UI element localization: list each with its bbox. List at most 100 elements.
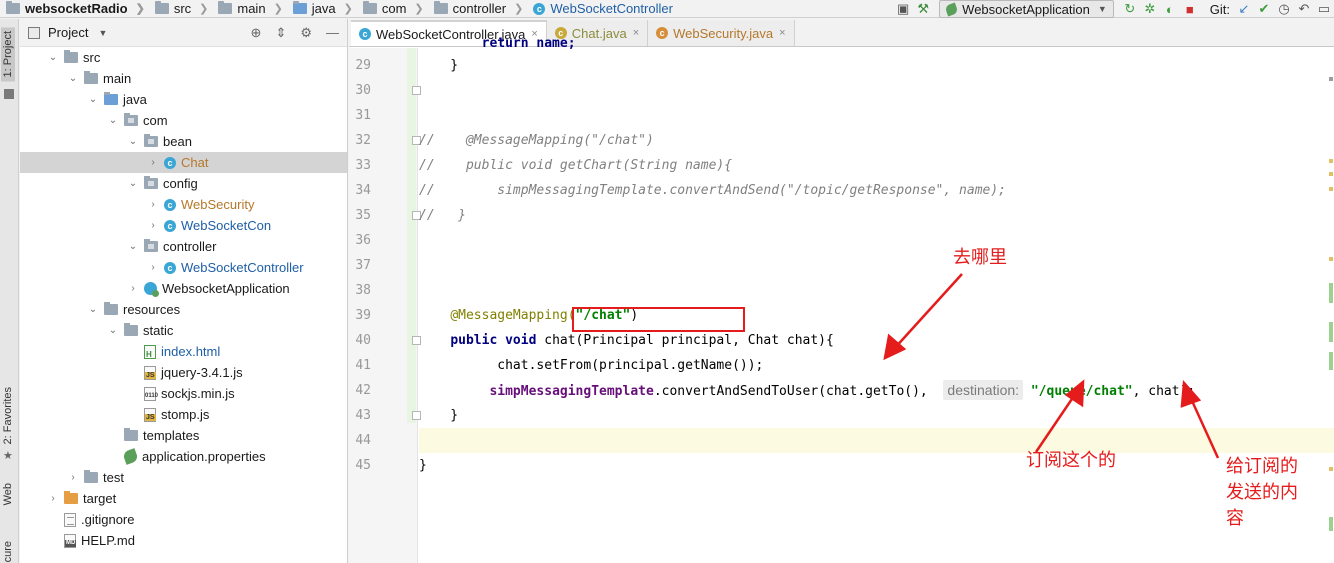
build-hammer-icon[interactable]: ⚒	[913, 0, 933, 18]
tree-item-label: java	[123, 92, 147, 107]
chevron-down-icon[interactable]: ▼	[98, 28, 107, 38]
expand-arrow-icon[interactable]: ⌄	[86, 94, 100, 105]
tree-row[interactable]: › c WebSocketCon	[20, 215, 347, 236]
parameter-hint: destination:	[943, 380, 1024, 400]
breadcrumb-file[interactable]: c WebSocketController	[527, 0, 677, 18]
tree-row[interactable]: application.properties	[20, 446, 347, 467]
tree-row[interactable]: › WebsocketApplication	[20, 278, 347, 299]
code-line-41: simpMessagingTemplate.convertAndSendToUs…	[419, 378, 1334, 403]
overflow-icon[interactable]: ▭	[1314, 0, 1334, 18]
expand-arrow-icon[interactable]: ⌄	[46, 52, 60, 63]
collapse-arrow-icon[interactable]: ›	[66, 472, 80, 483]
tree-row[interactable]: › c WebSecurity	[20, 194, 347, 215]
line-number: 40	[355, 333, 371, 348]
breadcrumb-java[interactable]: java ❯	[287, 0, 357, 18]
debug-bug-icon[interactable]: ✲	[1140, 0, 1160, 18]
expand-arrow-icon[interactable]: ⌄	[126, 178, 140, 189]
stop-icon[interactable]: ■	[1180, 0, 1200, 18]
collapse-arrow-icon[interactable]: ›	[146, 220, 160, 231]
expand-arrow-icon[interactable]: ⌄	[66, 73, 80, 84]
tree-row[interactable]: › c WebSocketController	[20, 257, 347, 278]
breadcrumb-separator-icon: ❯	[343, 3, 353, 15]
stripe-marker	[1329, 187, 1333, 191]
tree-row[interactable]: ⌄ static	[20, 320, 347, 341]
expand-arrow-icon[interactable]: ⌄	[126, 241, 140, 252]
project-view-selector[interactable]: Project	[48, 25, 88, 40]
tree-row[interactable]: ⌄ bean	[20, 131, 347, 152]
stripe-marker	[1329, 159, 1333, 163]
code-line-43-current	[419, 428, 1334, 453]
collapse-arrow-icon[interactable]: ›	[126, 283, 140, 294]
coverage-icon[interactable]: ◐	[1160, 0, 1180, 18]
tree-row[interactable]: jquery-3.4.1.js	[20, 362, 347, 383]
tree-item-label: WebSocketController	[181, 260, 304, 275]
annotation-subscribe-this: 订阅这个的	[1026, 450, 1116, 471]
collapse-arrow-icon[interactable]: ›	[146, 199, 160, 210]
git-rollback-icon[interactable]: ↶	[1294, 0, 1314, 18]
tree-row[interactable]: templates	[20, 425, 347, 446]
favorites-tool-tab[interactable]: 2: Favorites	[2, 387, 14, 444]
collapse-arrow-icon[interactable]: ›	[146, 262, 160, 273]
tree-item-label: static	[143, 323, 174, 338]
error-stripe[interactable]	[1326, 47, 1334, 563]
tree-row[interactable]: HELP.md	[20, 530, 347, 551]
project-tool-tab-label: 1: Project	[2, 31, 14, 78]
tree-row[interactable]: stomp.js	[20, 404, 347, 425]
tree-row[interactable]: index.html	[20, 341, 347, 362]
rerun-icon[interactable]: ↻	[1120, 0, 1140, 18]
collapse-arrow-icon[interactable]: ›	[46, 493, 60, 504]
tree-row[interactable]: ⌄ config	[20, 173, 347, 194]
code-area[interactable]: return name; } // @MessageMapping("/chat…	[419, 36, 1334, 563]
code-line-44: }	[419, 453, 1334, 478]
settings-gear-icon[interactable]: ⚙	[300, 25, 312, 41]
line-number: 34	[355, 183, 371, 198]
tree-row[interactable]: ⌄ main	[20, 68, 347, 89]
line-number: 29	[355, 58, 371, 73]
git-history-icon[interactable]: ◷	[1274, 0, 1294, 18]
expand-arrow-icon[interactable]: ⌄	[126, 136, 140, 147]
tree-row[interactable]: .gitignore	[20, 509, 347, 530]
breadcrumb-src[interactable]: src ❯	[149, 0, 213, 18]
excluded-folder-icon	[64, 491, 78, 504]
expand-arrow-icon[interactable]: ⌄	[106, 325, 120, 336]
project-panel-header: Project ▼ ⊕ ⇕ ⚙ —	[20, 19, 347, 47]
breadcrumb-project[interactable]: websocketRadio ❯	[0, 0, 149, 18]
stripe-marker	[1329, 172, 1333, 176]
breadcrumb-separator-icon: ❯	[514, 3, 524, 15]
hide-panel-icon[interactable]: —	[326, 25, 339, 41]
locate-target-icon[interactable]: ⊕	[251, 25, 262, 41]
breadcrumb-controller[interactable]: controller ❯	[428, 0, 528, 18]
tree-row[interactable]: › target	[20, 488, 347, 509]
js-file-icon	[144, 365, 156, 380]
structure-tool-tab[interactable]: cure	[2, 541, 14, 562]
breadcrumb-com[interactable]: com ❯	[357, 0, 428, 18]
tree-row[interactable]: sockjs.min.js	[20, 383, 347, 404]
line-number: 45	[355, 458, 371, 473]
tree-item-label: jquery-3.4.1.js	[161, 365, 243, 380]
tree-row[interactable]: ⌄ resources	[20, 299, 347, 320]
collapse-arrow-icon[interactable]: ›	[146, 157, 160, 168]
tree-row[interactable]: ⌄ com	[20, 110, 347, 131]
tree-row[interactable]: › c Chat	[20, 152, 347, 173]
web-tool-tab[interactable]: Web	[2, 483, 14, 505]
code-line-31-text: // @MessageMapping("/chat")	[419, 133, 654, 148]
tree-row[interactable]: ⌄ java	[20, 89, 347, 110]
git-update-icon[interactable]: ↙	[1234, 0, 1254, 18]
project-tool-tab[interactable]: 1: Project	[1, 27, 15, 82]
collapse-all-icon[interactable]: ⇕	[275, 25, 286, 41]
tree-row[interactable]: ⌄ controller	[20, 236, 347, 257]
run-configuration-select[interactable]: WebsocketApplication ▼	[939, 0, 1114, 18]
line-number: 38	[355, 283, 371, 298]
markdown-file-icon	[64, 533, 77, 548]
expand-arrow-icon[interactable]: ⌄	[86, 304, 100, 315]
text-file-icon	[64, 512, 76, 527]
breadcrumb-main[interactable]: main ❯	[212, 0, 286, 18]
editor-gutter: 29 30 31 32 33 34 35 36 37 38 39 40 41 42 43 44 45	[349, 48, 421, 563]
run-configuration-label: WebsocketApplication	[962, 1, 1090, 17]
layout-icon[interactable]: ▣	[893, 0, 913, 18]
expand-arrow-icon[interactable]: ⌄	[106, 115, 120, 126]
line-number: 32	[355, 133, 371, 148]
tree-row[interactable]: › test	[20, 467, 347, 488]
tree-row[interactable]: ⌄ src	[20, 47, 347, 68]
git-commit-icon[interactable]: ✔	[1254, 0, 1274, 18]
